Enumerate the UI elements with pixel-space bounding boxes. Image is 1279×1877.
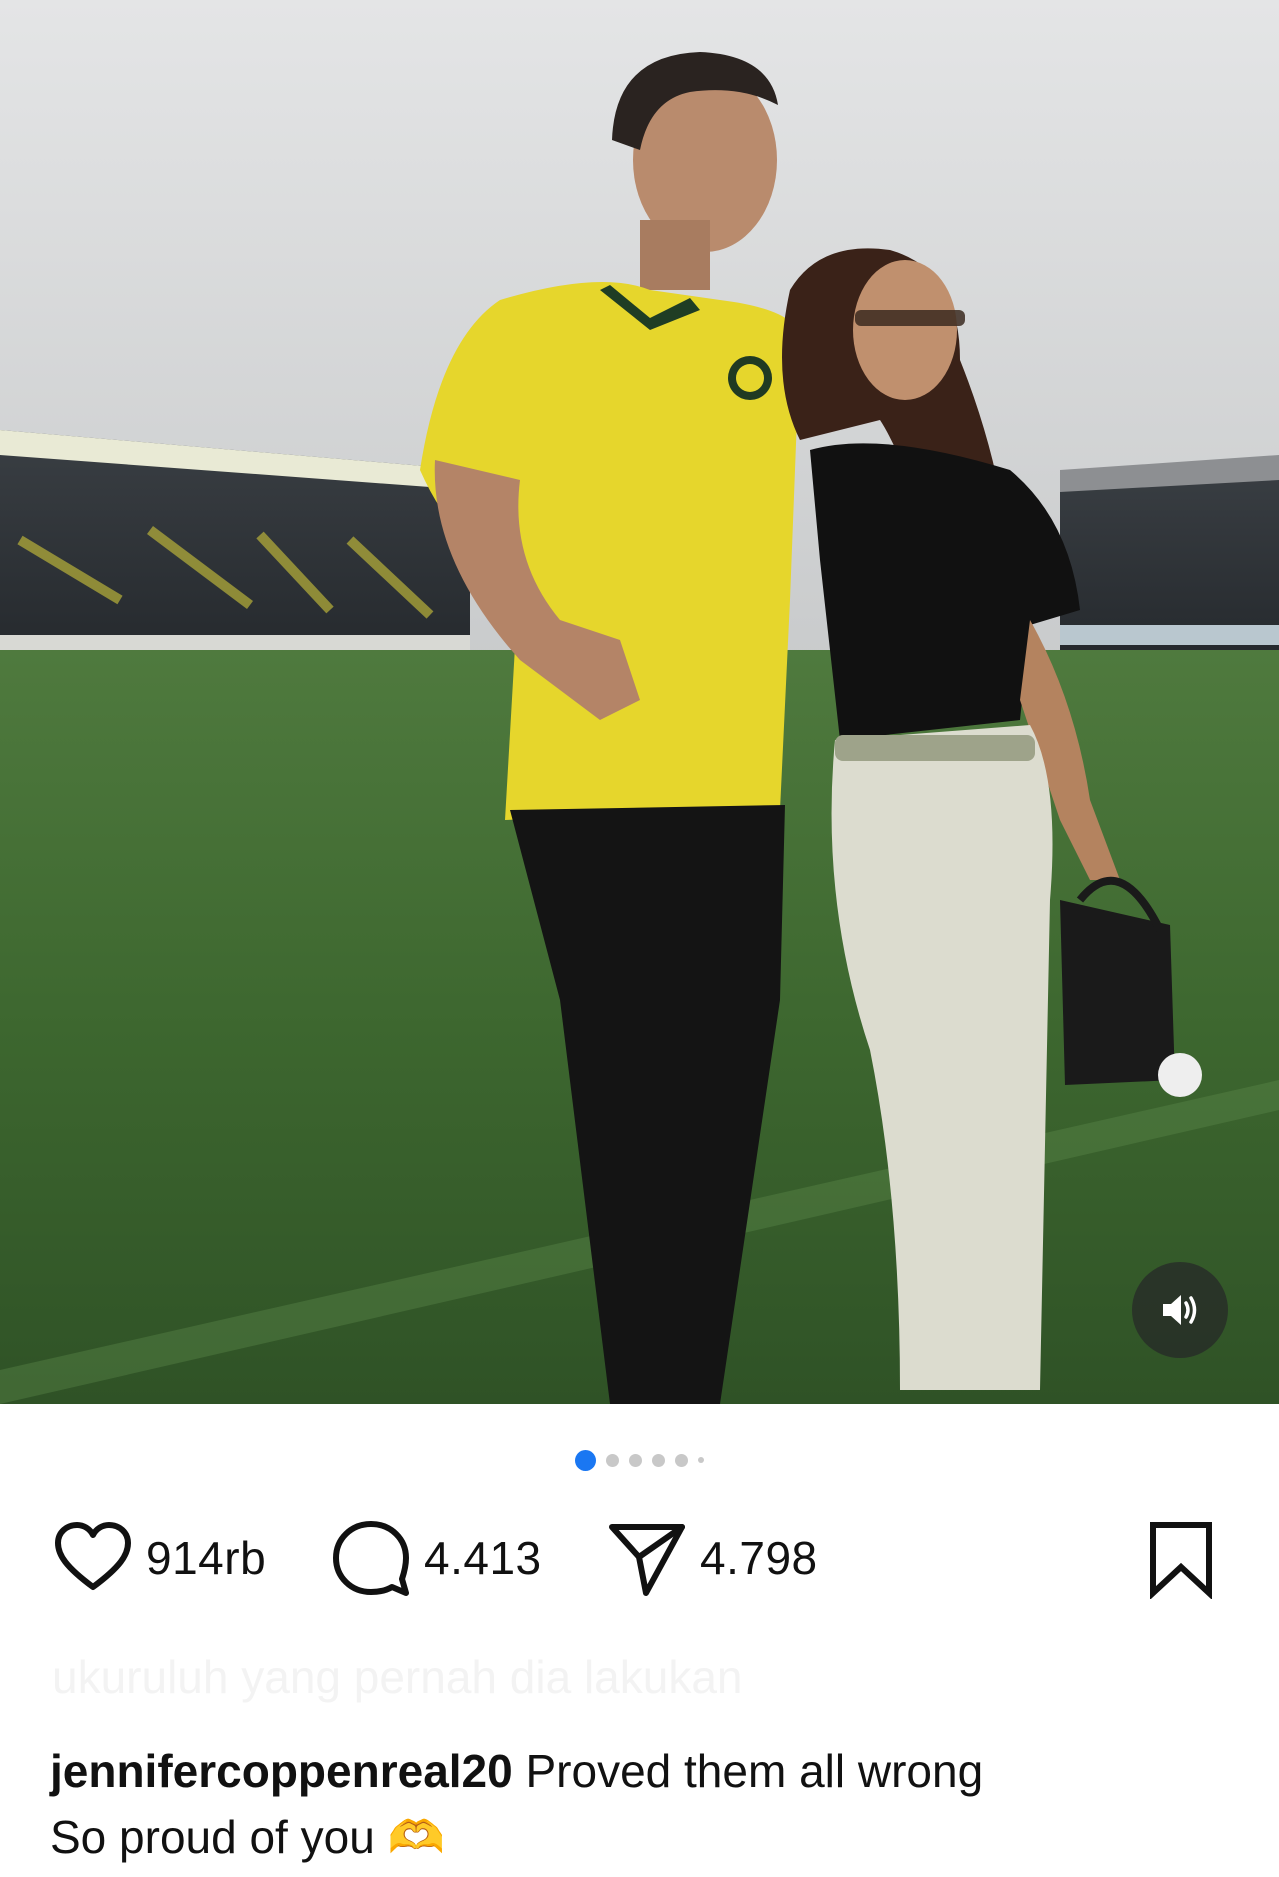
faded-comment-preview: ukuruluh yang pernah dia lakukan [52, 1651, 743, 1703]
sound-toggle-button[interactable] [1132, 1262, 1228, 1358]
carousel-dot-active [575, 1449, 596, 1471]
carousel-dot [675, 1453, 688, 1467]
save-button[interactable] [1145, 1508, 1217, 1608]
photo-scene [0, 0, 1279, 1404]
speaker-on-icon [1163, 1295, 1197, 1325]
carousel-dot [698, 1457, 704, 1463]
comment-count: 4.413 [424, 1532, 542, 1584]
carousel-dot [629, 1453, 642, 1467]
caption-text-2: So proud of you [50, 1811, 375, 1863]
caption-text: Proved them all wrong [525, 1745, 984, 1797]
like-count: 914rb [146, 1532, 267, 1584]
like-button[interactable]: 914rb [52, 1508, 266, 1608]
post-photo[interactable] [0, 0, 1279, 1404]
comment-bubble-icon [333, 1521, 409, 1596]
post-action-bar: 914rb 4.413 4.798 [0, 1508, 1279, 1608]
caption-line-2: So proud of you 🫶 [50, 1804, 1250, 1870]
share-button[interactable]: 4.798 [606, 1508, 818, 1608]
comment-button[interactable]: 4.413 [330, 1508, 542, 1608]
carousel-dot [606, 1453, 619, 1467]
heart-icon [55, 1522, 131, 1590]
heart-hands-emoji: 🫶 [387, 1811, 445, 1863]
bookmark-icon [1150, 1522, 1212, 1599]
post-caption: jennifercoppenreal20 Proved them all wro… [50, 1738, 1250, 1870]
share-count: 4.798 [700, 1532, 818, 1584]
paper-plane-icon [609, 1524, 685, 1596]
caption-line-1: jennifercoppenreal20 Proved them all wro… [50, 1738, 1250, 1804]
carousel-dot [652, 1453, 665, 1467]
caption-username[interactable]: jennifercoppenreal20 [50, 1745, 513, 1797]
carousel-indicator [0, 1448, 1279, 1472]
